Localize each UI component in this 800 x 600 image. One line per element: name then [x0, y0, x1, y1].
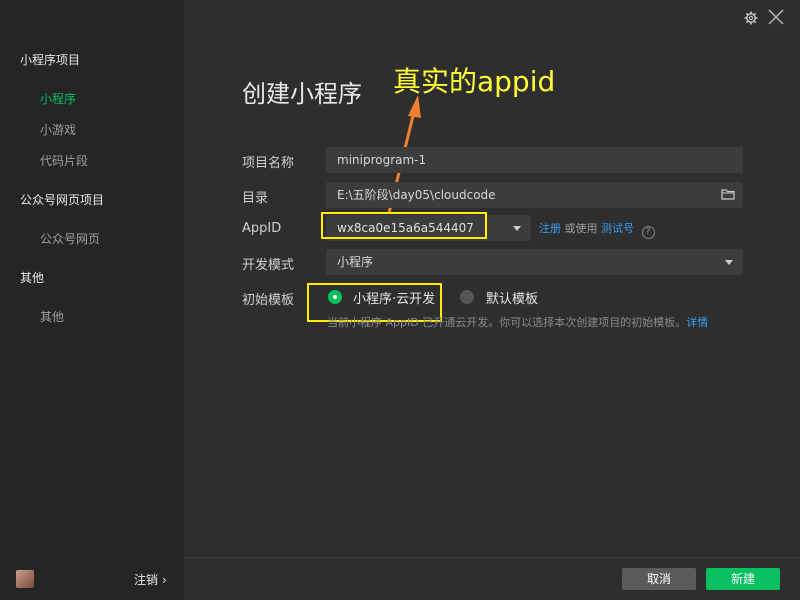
sidebar-section-other: 其他: [20, 271, 45, 285]
dropdown-arrow-icon: [513, 226, 521, 231]
close-icon[interactable]: [768, 9, 784, 25]
test-account-link[interactable]: 测试号: [601, 222, 634, 235]
project-name-input[interactable]: miniprogram-1: [326, 147, 743, 173]
sidebar-item-other[interactable]: 其他: [40, 308, 64, 325]
register-link[interactable]: 注册: [539, 222, 561, 235]
or-use-text: 或使用: [564, 222, 598, 235]
sidebar-item-official-webpage[interactable]: 公众号网页: [40, 230, 100, 247]
directory-label: 目录: [242, 191, 269, 206]
dev-mode-value: 小程序: [337, 255, 374, 269]
directory-value: E:\五阶段\day05\cloudcode: [337, 188, 496, 202]
template-hint: 当前小程序 AppID 已开通云开发。你可以选择本次创建项目的初始模板。详情: [327, 314, 708, 330]
template-radio-default[interactable]: [460, 290, 474, 304]
avatar[interactable]: [16, 570, 34, 588]
dev-mode-select[interactable]: 小程序: [326, 249, 743, 275]
folder-icon[interactable]: [721, 188, 735, 200]
template-label: 初始模板: [242, 293, 295, 308]
project-name-label: 项目名称: [242, 156, 295, 171]
sidebar-section-webpage: 公众号网页项目: [20, 193, 105, 207]
gear-icon[interactable]: [744, 11, 758, 25]
template-hint-text: 当前小程序 AppID 已开通云开发。你可以选择本次创建项目的初始模板。: [327, 316, 687, 329]
sidebar-item-code-snippet[interactable]: 代码片段: [40, 152, 88, 169]
annotation-text: 真实的appid: [393, 65, 556, 98]
logout-button[interactable]: 注销 ›: [134, 571, 167, 588]
footer-divider: [184, 557, 800, 558]
template-option-default-label[interactable]: 默认模板: [486, 288, 538, 307]
details-link[interactable]: 详情: [686, 316, 708, 329]
appid-highlight-box: [321, 212, 487, 239]
directory-input[interactable]: E:\五阶段\day05\cloudcode: [326, 182, 743, 208]
logout-label: 注销: [134, 573, 159, 587]
cancel-button[interactable]: 取消: [622, 568, 696, 590]
create-button[interactable]: 新建: [706, 568, 780, 590]
appid-label: AppID: [242, 221, 282, 236]
page-title: 创建小程序: [242, 80, 362, 108]
appid-links: 注册 或使用 测试号 ?: [539, 220, 655, 239]
sidebar: 小程序项目 小程序 小游戏 代码片段 公众号网页项目 公众号网页 其他 其他 注…: [0, 0, 184, 600]
dev-mode-label: 开发模式: [242, 258, 295, 273]
chevron-right-icon: ›: [162, 573, 167, 587]
dropdown-arrow-icon: [725, 260, 733, 265]
sidebar-item-miniprogram[interactable]: 小程序: [40, 90, 76, 107]
help-icon[interactable]: ?: [641, 226, 655, 239]
sidebar-section-miniprogram: 小程序项目: [20, 53, 81, 67]
sidebar-item-minigame[interactable]: 小游戏: [40, 121, 76, 138]
